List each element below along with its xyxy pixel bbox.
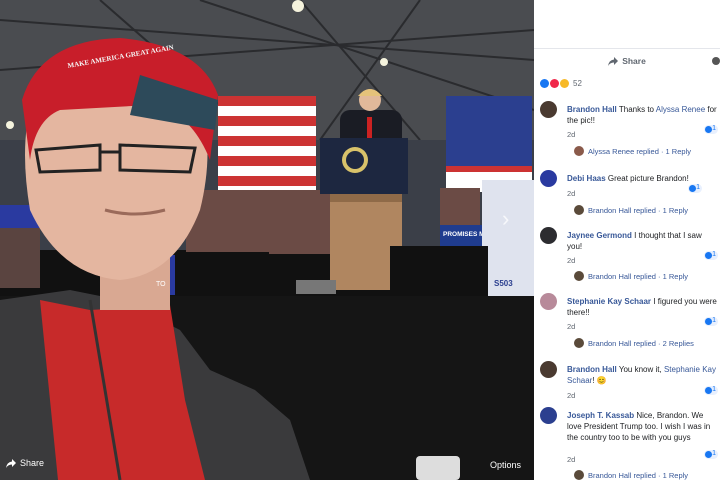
comments-panel: Share 52 Brandon Hall Thanks to Alyssa R… <box>534 0 720 480</box>
like-count[interactable]: 1 <box>704 450 718 459</box>
avatar <box>574 470 584 480</box>
avatar[interactable] <box>540 407 557 424</box>
love-reaction-icon <box>550 79 559 88</box>
replies-label: Brandon Hall replied · 1 Reply <box>588 470 689 480</box>
comment-author[interactable]: Brandon Hall <box>567 365 617 374</box>
comment-text: Debi Haas Great picture Brandon! <box>567 173 717 184</box>
avatar[interactable] <box>540 361 557 378</box>
replies-link[interactable]: Brandon Hall replied · 2 Replies <box>574 338 694 348</box>
like-count[interactable]: 1 <box>704 125 718 134</box>
like-reaction-icon <box>540 79 549 88</box>
side-text-2: S503 <box>494 279 513 288</box>
reactions-summary[interactable]: 52 <box>540 79 582 88</box>
mention-link[interactable]: Alyssa Renee <box>656 105 705 114</box>
replies-link[interactable]: Alyssa Renee replied · 1 Reply <box>574 146 691 156</box>
replies-label: Brandon Hall replied · 1 Reply <box>588 205 689 215</box>
photo-share-label: Share <box>20 458 45 468</box>
replies-label: Brandon Hall replied · 1 Reply <box>588 271 689 281</box>
comment-text: Brandon Hall Thanks to Alyssa Renee for … <box>567 104 717 126</box>
reaction-count: 52 <box>573 79 582 88</box>
photo-viewer: PROMISES MADE MAKE AMERICA GREAT AGAIN T… <box>0 0 534 480</box>
chevron-right-icon: › <box>502 206 510 231</box>
like-count[interactable]: 1 <box>704 386 718 395</box>
comment-text: Stephanie Kay Schaar I figured you were … <box>567 296 717 318</box>
replies-label: Brandon Hall replied · 2 Replies <box>588 338 694 348</box>
avatar <box>574 146 584 156</box>
comment-time[interactable]: 2d <box>567 391 575 400</box>
avatar <box>574 271 584 281</box>
rally-photo: PROMISES MADE MAKE AMERICA GREAT AGAIN T… <box>0 0 534 480</box>
comment-body-end: ! 😊 <box>592 376 607 385</box>
comment-author[interactable]: Debi Haas <box>567 174 606 183</box>
comment-time[interactable]: 2d <box>567 322 575 331</box>
comment-text: Brandon Hall You know it, Stephanie Kay … <box>567 364 717 386</box>
comment-time[interactable]: 2d <box>567 130 575 139</box>
photo-options-button[interactable]: Options <box>490 460 521 470</box>
replies-link[interactable]: Brandon Hall replied · 1 Reply <box>574 205 688 215</box>
share-icon <box>6 458 16 468</box>
haha-reaction-icon <box>560 79 569 88</box>
comment-body: Great picture Brandon! <box>607 174 689 183</box>
panel-share-button[interactable]: Share <box>534 48 720 73</box>
avatar[interactable] <box>540 293 557 310</box>
comment-body: You know it, <box>618 365 664 374</box>
photo-share-button[interactable]: Share <box>6 458 44 468</box>
side-text: TO <box>156 281 166 288</box>
comment-text: Joseph T. Kassab Nice, Brandon. We love … <box>567 410 717 443</box>
avatar <box>574 205 584 215</box>
comment-body: Thanks to <box>618 105 656 114</box>
comment-author[interactable]: Joseph T. Kassab <box>567 411 634 420</box>
replies-link[interactable]: Brandon Hall replied · 1 Reply <box>574 470 688 480</box>
panel-share-label: Share <box>622 56 646 66</box>
avatar <box>574 338 584 348</box>
comment-author[interactable]: Jaynee Germond <box>567 231 632 240</box>
comment-author[interactable]: Brandon Hall <box>567 105 617 114</box>
comment-text: Jaynee Germond I thought that I saw you! <box>567 230 717 252</box>
like-count[interactable]: 1 <box>688 184 702 193</box>
share-icon <box>608 56 619 66</box>
comment-time[interactable]: 2d <box>567 189 575 198</box>
like-count[interactable]: 1 <box>704 251 718 260</box>
replies-label: Alyssa Renee replied · 1 Reply <box>588 146 691 156</box>
next-photo-button[interactable]: › <box>502 206 509 232</box>
comment-time[interactable]: 2d <box>567 455 575 464</box>
like-count[interactable]: 1 <box>704 317 718 326</box>
avatar[interactable] <box>540 170 557 187</box>
comment-author[interactable]: Stephanie Kay Schaar <box>567 297 651 306</box>
avatar[interactable] <box>540 227 557 244</box>
replies-link[interactable]: Brandon Hall replied · 1 Reply <box>574 271 688 281</box>
avatar[interactable] <box>540 101 557 118</box>
comment-time[interactable]: 2d <box>567 256 575 265</box>
avatar <box>712 57 720 65</box>
